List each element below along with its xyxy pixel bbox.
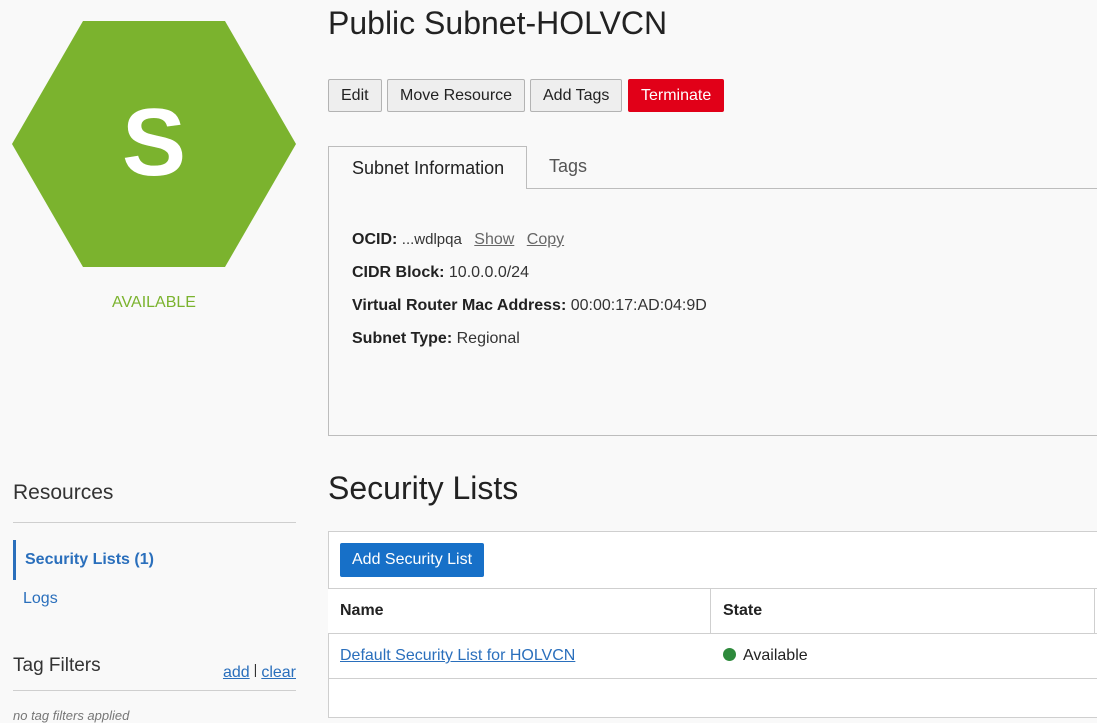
ocid-value: ...wdlpqa <box>401 231 462 248</box>
ocid-label: OCID: <box>352 231 398 248</box>
cidr-value: 10.0.0.0/24 <box>448 264 529 281</box>
subnet-icon-letter: S <box>121 89 187 196</box>
table-row: Default Security List for HOLVCN Availab… <box>328 634 1097 679</box>
sidebar-item-security-lists[interactable]: Security Lists (1) <box>13 540 296 580</box>
mac-label: Virtual Router Mac Address: <box>352 297 567 314</box>
cidr-row: CIDR Block: 10.0.0.0/24 <box>352 264 529 282</box>
tab-label: Subnet Information <box>352 158 505 178</box>
table-header-row: Name State <box>328 588 1097 634</box>
tag-filters-empty-text: no tag filters applied <box>13 708 130 723</box>
subnet-type-value: Regional <box>456 330 520 347</box>
security-list-name-link[interactable]: Default Security List for HOLVCN <box>340 647 575 665</box>
link-separator: | <box>253 661 258 677</box>
subnet-type-label: Subnet Type: <box>352 330 453 347</box>
edit-button[interactable]: Edit <box>328 79 382 112</box>
column-divider <box>710 589 711 633</box>
ocid-row: OCID: ...wdlpqa Show Copy <box>352 231 564 249</box>
add-security-list-button[interactable]: Add Security List <box>340 543 485 577</box>
security-lists-heading: Security Lists <box>328 470 519 506</box>
security-list-state: Available <box>723 647 808 665</box>
resources-divider <box>13 522 296 523</box>
state-text: Available <box>743 647 808 664</box>
cidr-label: CIDR Block: <box>352 264 445 281</box>
move-resource-button[interactable]: Move Resource <box>387 79 526 112</box>
column-header-state[interactable]: State <box>723 602 762 620</box>
ocid-copy-link[interactable]: Copy <box>527 231 564 248</box>
page-title: Public Subnet-HOLVCN <box>328 5 668 41</box>
add-tags-button[interactable]: Add Tags <box>530 79 623 112</box>
tag-filter-links: add | clear <box>223 661 296 682</box>
terminate-button[interactable]: Terminate <box>628 79 725 112</box>
resources-heading: Resources <box>13 481 114 504</box>
tab-tags[interactable]: Tags <box>549 156 587 177</box>
tag-filters-divider <box>13 690 296 691</box>
status-dot-icon <box>723 648 736 661</box>
column-divider <box>1094 589 1095 633</box>
mac-row: Virtual Router Mac Address: 00:00:17:AD:… <box>352 297 707 315</box>
add-tag-filter-link[interactable]: add <box>223 664 250 681</box>
ocid-show-link[interactable]: Show <box>474 231 514 248</box>
tag-filters-heading: Tag Filters <box>13 655 101 676</box>
sidebar-item-logs[interactable]: Logs <box>23 590 58 608</box>
subnet-type-row: Subnet Type: Regional <box>352 330 520 348</box>
clear-tag-filters-link[interactable]: clear <box>261 664 296 681</box>
sidebar-item-label: Security Lists (1) <box>25 551 154 568</box>
tab-subnet-information[interactable]: Subnet Information <box>328 146 527 189</box>
status-badge: AVAILABLE <box>112 294 196 311</box>
column-header-name[interactable]: Name <box>340 602 384 620</box>
mac-value: 00:00:17:AD:04:9D <box>570 297 707 314</box>
